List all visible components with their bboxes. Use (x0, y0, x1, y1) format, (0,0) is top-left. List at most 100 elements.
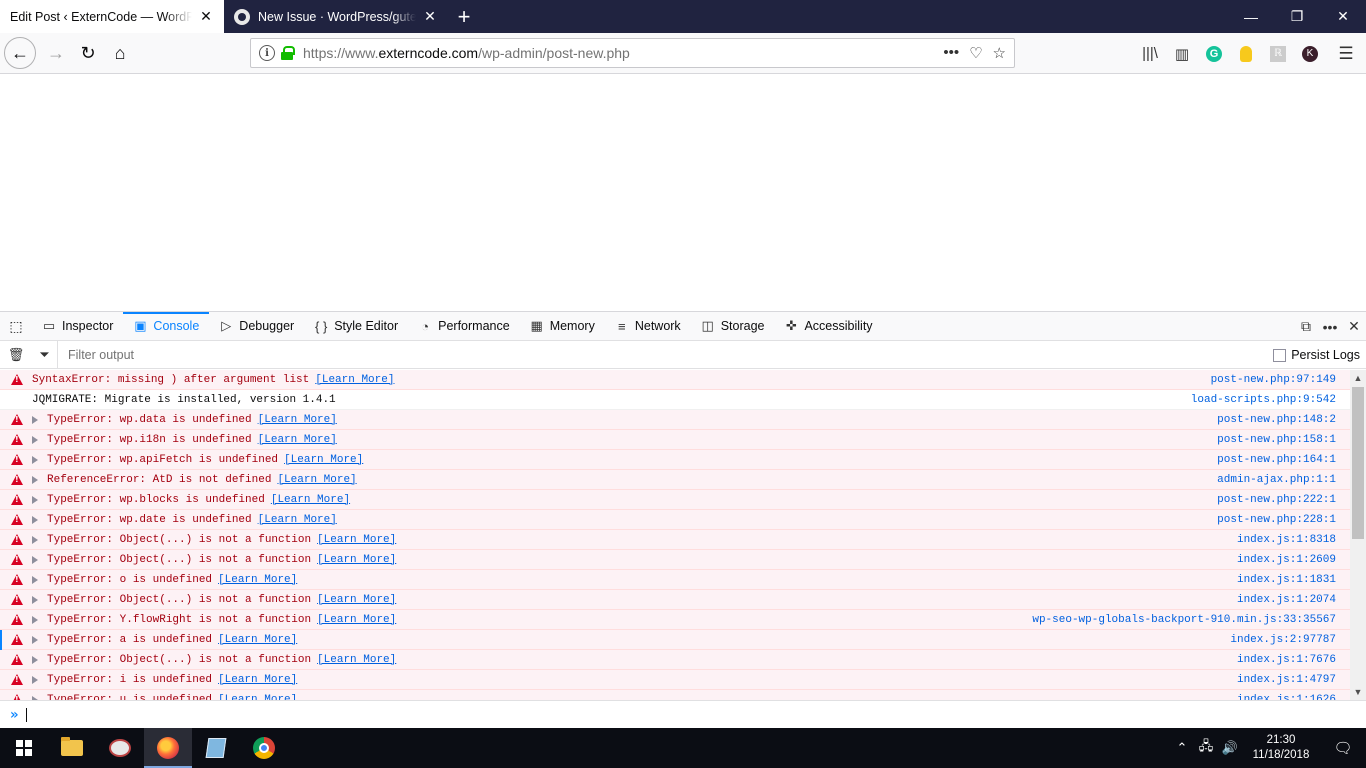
extension-button[interactable]: ℝ (1262, 38, 1294, 70)
message-source-link[interactable]: post-new.php:97:149 (1211, 374, 1336, 386)
expand-triangle-icon[interactable] (32, 615, 38, 624)
learn-more-link[interactable]: [Learn More] (317, 654, 396, 666)
console-message-row[interactable]: TypeError: wp.date is undefined [Learn Mo… (0, 510, 1350, 530)
console-message-row[interactable]: TypeError: i is undefined [Learn More] ind… (0, 670, 1350, 690)
message-source-link[interactable]: index.js:1:1831 (1237, 574, 1336, 586)
learn-more-link[interactable]: [Learn More] (317, 614, 396, 626)
expand-triangle-icon[interactable] (32, 495, 38, 504)
tab-style-editor[interactable]: { } Style Editor (304, 312, 408, 341)
restore-icon[interactable]: ❐ (1274, 0, 1320, 33)
back-button[interactable]: ← (4, 37, 36, 69)
sidebar-icon[interactable]: ▥ (1166, 38, 1198, 70)
learn-more-link[interactable]: [Learn More] (277, 474, 356, 486)
expand-triangle-icon[interactable] (32, 575, 38, 584)
console-message-row[interactable]: TypeError: wp.blocks is undefined [Learn … (0, 490, 1350, 510)
console-message-row[interactable]: TypeError: a is undefined [Learn More] ind… (0, 630, 1350, 650)
message-source-link[interactable]: index.js:1:7676 (1237, 654, 1336, 666)
learn-more-link[interactable]: [Learn More] (284, 454, 363, 466)
url-text[interactable]: https://www.externcode.com/wp-admin/post… (303, 45, 943, 61)
message-source-link[interactable]: post-new.php:228:1 (1217, 514, 1336, 526)
console-message-row[interactable]: JQMIGRATE: Migrate is installed, version… (0, 390, 1350, 410)
console-input-line[interactable]: » (0, 700, 1366, 729)
tab-edit-post[interactable]: Edit Post ‹ ExternCode — WordPress ✕ (0, 0, 224, 33)
tab-network[interactable]: ≡ Network (605, 312, 691, 341)
learn-more-link[interactable]: [Learn More] (218, 574, 297, 586)
chrome-button[interactable] (240, 728, 288, 768)
firefox-button[interactable] (144, 728, 192, 768)
action-center-icon[interactable]: 🗨 (1320, 728, 1366, 768)
expand-triangle-icon[interactable] (32, 415, 38, 424)
console-message-row[interactable]: TypeError: o is undefined [Learn More] ind… (0, 570, 1350, 590)
learn-more-link[interactable]: [Learn More] (218, 634, 297, 646)
close-tab-icon[interactable]: ✕ (422, 8, 438, 25)
persist-logs-checkbox[interactable] (1273, 348, 1287, 362)
minimize-icon[interactable]: — (1228, 0, 1274, 33)
console-message-row[interactable]: TypeError: Object(...) is not a function… (0, 650, 1350, 670)
expand-triangle-icon[interactable] (32, 435, 38, 444)
bulb-extension-button[interactable] (1230, 38, 1262, 70)
start-button[interactable] (0, 728, 48, 768)
message-source-link[interactable]: index.js:1:8318 (1237, 534, 1336, 546)
learn-more-link[interactable]: [Learn More] (218, 674, 297, 686)
show-hidden-icons-chevron-icon[interactable]: ⌃ (1170, 728, 1194, 768)
console-message-row[interactable]: TypeError: Object(...) is not a function… (0, 550, 1350, 570)
close-devtools-icon[interactable]: ✕ (1342, 312, 1366, 341)
tab-storage[interactable]: ◫ Storage (691, 312, 775, 341)
expand-triangle-icon[interactable] (32, 455, 38, 464)
trash-icon[interactable]: 🗑 (0, 341, 32, 369)
dock-icon[interactable]: ⧉ (1294, 312, 1318, 341)
console-message-row[interactable]: TypeError: Object(...) is not a function… (0, 590, 1350, 610)
learn-more-link[interactable]: [Learn More] (315, 374, 394, 386)
scroll-up-icon[interactable]: ▲ (1350, 370, 1366, 386)
tab-memory[interactable]: ▦ Memory (520, 312, 605, 341)
filter-funnel-icon[interactable]: ⏷ (32, 340, 58, 369)
message-source-link[interactable]: post-new.php:158:1 (1217, 434, 1336, 446)
expand-triangle-icon[interactable] (32, 655, 38, 664)
learn-more-link[interactable]: [Learn More] (271, 494, 350, 506)
message-source-link[interactable]: admin-ajax.php:1:1 (1217, 474, 1336, 486)
message-source-link[interactable]: post-new.php:222:1 (1217, 494, 1336, 506)
new-tab-button[interactable]: + (448, 0, 480, 33)
tab-accessibility[interactable]: ✜ Accessibility (774, 312, 882, 341)
message-source-link[interactable]: wp-seo-wp-globals-backport-910.min.js:33… (1032, 614, 1336, 626)
menu-icon[interactable]: ☰ (1326, 38, 1366, 70)
expand-triangle-icon[interactable] (32, 475, 38, 484)
console-scrollbar[interactable]: ▲ ▼ (1350, 370, 1366, 700)
tab-new-issue[interactable]: New Issue · WordPress/gutenberg ✕ (224, 0, 448, 33)
message-source-link[interactable]: post-new.php:148:2 (1217, 414, 1336, 426)
network-icon[interactable]: 🖧 (1194, 728, 1218, 768)
console-message-row[interactable]: SyntaxError: missing ) after argument li… (0, 370, 1350, 390)
pocket-icon[interactable]: ♡ (969, 44, 982, 62)
message-source-link[interactable]: index.js:1:4797 (1237, 674, 1336, 686)
more-options-icon[interactable]: ••• (1318, 312, 1342, 341)
forward-button[interactable]: → (40, 37, 72, 69)
close-tab-icon[interactable]: ✕ (198, 8, 214, 25)
message-source-link[interactable]: load-scripts.php:9:542 (1191, 394, 1336, 406)
reload-button[interactable]: ↻ (72, 37, 104, 69)
learn-more-link[interactable]: [Learn More] (317, 554, 396, 566)
message-source-link[interactable]: post-new.php:164:1 (1217, 454, 1336, 466)
home-button[interactable]: ⌂ (104, 37, 136, 69)
learn-more-link[interactable]: [Learn More] (258, 434, 337, 446)
learn-more-link[interactable]: [Learn More] (258, 514, 337, 526)
site-info-icon[interactable]: i (259, 45, 275, 61)
file-explorer-button[interactable] (48, 728, 96, 768)
learn-more-link[interactable]: [Learn More] (317, 594, 396, 606)
url-bar[interactable]: i https://www.externcode.com/wp-admin/po… (250, 38, 1015, 68)
message-source-link[interactable]: index.js:1:2074 (1237, 594, 1336, 606)
filter-output-input[interactable] (68, 347, 468, 362)
close-window-icon[interactable]: ✕ (1320, 0, 1366, 33)
console-message-row[interactable]: TypeError: Object(...) is not a function… (0, 530, 1350, 550)
page-actions-icon[interactable]: ••• (943, 44, 959, 62)
tab-performance[interactable]: ◔ Performance (408, 312, 520, 341)
console-message-row[interactable]: ReferenceError: AtD is not defined [Learn… (0, 470, 1350, 490)
expand-triangle-icon[interactable] (32, 555, 38, 564)
tab-debugger[interactable]: ▷ Debugger (209, 312, 304, 341)
learn-more-link[interactable]: [Learn More] (258, 414, 337, 426)
persist-logs-toggle[interactable]: Persist Logs (1273, 341, 1360, 369)
tab-console[interactable]: ▣ Console (123, 311, 210, 341)
console-message-row[interactable]: TypeError: wp.data is undefined [Learn Mo… (0, 410, 1350, 430)
learn-more-link[interactable]: [Learn More] (317, 534, 396, 546)
scrollbar-thumb[interactable] (1352, 387, 1364, 539)
console-message-row[interactable]: TypeError: Y.flowRight is not a function… (0, 610, 1350, 630)
